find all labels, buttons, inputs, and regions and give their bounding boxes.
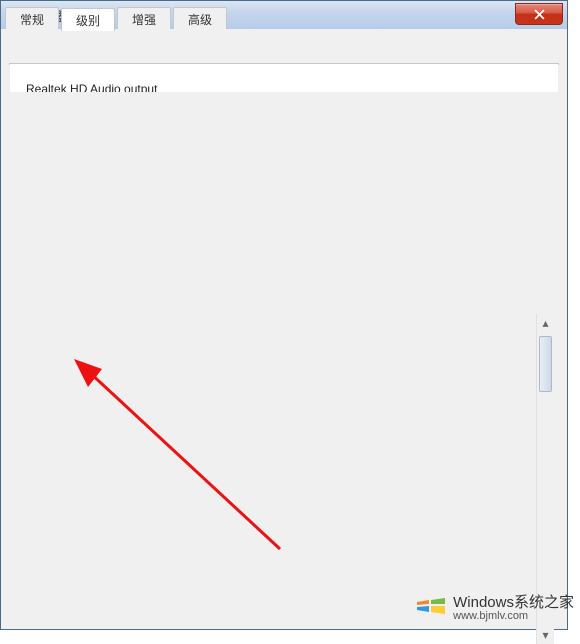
scroll-up-arrow[interactable]: ▴ (537, 314, 554, 332)
tab-advanced[interactable]: 高级 (173, 7, 227, 29)
tab-bar: 常规 级别 增强 高级 (5, 7, 227, 30)
watermark-tagline: 系统之家 (514, 594, 574, 611)
tab-general[interactable]: 常规 (5, 7, 59, 29)
annotation-arrow (70, 359, 290, 562)
tab-enhancements[interactable]: 增强 (117, 7, 171, 29)
channel-label: Realtek HD Audio output (26, 82, 542, 92)
watermark-url: www.bjmlv.com (453, 610, 574, 622)
scroll-thumb[interactable] (539, 336, 552, 392)
tab-content: Realtek HD Audio output (9, 63, 559, 65)
channel-realtek: Realtek HD Audio output (26, 82, 542, 92)
scroll-down-arrow[interactable]: ▾ (537, 626, 554, 644)
close-icon (534, 9, 545, 20)
tab-levels[interactable]: 级别 (61, 8, 115, 31)
close-button[interactable] (515, 3, 563, 25)
watermark-brand: Windows (453, 594, 514, 611)
window-frame: 扬声器 属性 常规 级别 增强 高级 Realtek HD Audio outp… (0, 0, 568, 630)
watermark: Windows系统之家 www.bjmlv.com (415, 588, 574, 624)
windows-logo-icon (415, 588, 447, 624)
